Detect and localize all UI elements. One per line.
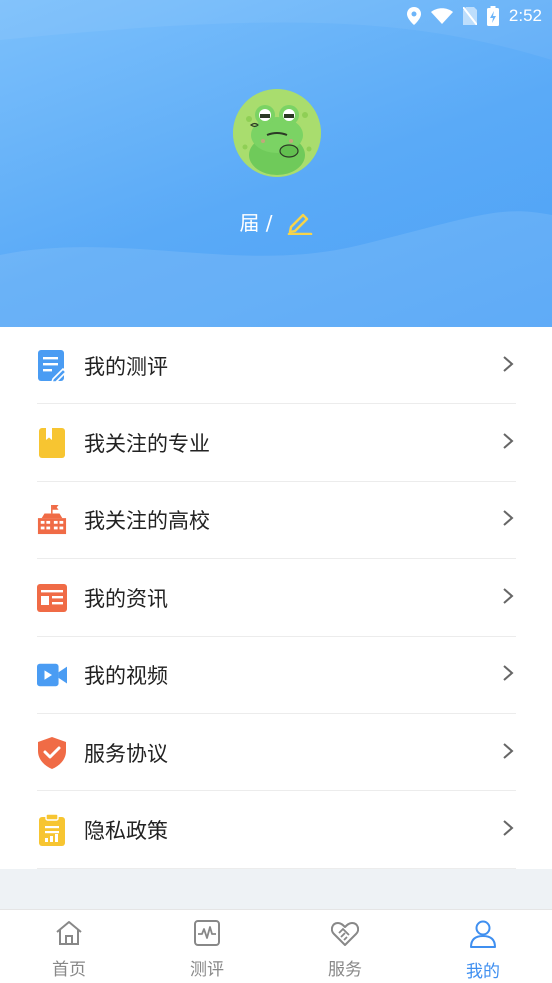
tab-home[interactable]: 首页 bbox=[0, 910, 138, 983]
video-icon bbox=[37, 660, 67, 690]
chevron-right-icon bbox=[502, 587, 514, 609]
menu-item-my-news[interactable]: 我的资讯 bbox=[0, 559, 552, 637]
menu-item-label: 我的视频 bbox=[84, 664, 168, 689]
no-sim-icon bbox=[462, 7, 477, 25]
bookmark-icon bbox=[37, 428, 67, 459]
menu-item-label: 我关注的高校 bbox=[84, 509, 210, 534]
chevron-right-icon bbox=[502, 819, 514, 841]
battery-charging-icon bbox=[486, 6, 499, 26]
divider bbox=[37, 867, 516, 869]
profile-info-row: 届 / bbox=[0, 207, 552, 236]
status-bar: 2:52 bbox=[0, 0, 552, 32]
assessment-tab-icon bbox=[194, 920, 220, 951]
tab-label: 服务 bbox=[328, 960, 362, 980]
wifi-icon bbox=[430, 8, 453, 24]
edit-pencil-icon[interactable] bbox=[287, 209, 313, 235]
menu-item-label: 我的资讯 bbox=[84, 586, 168, 611]
tab-label: 我的 bbox=[466, 962, 500, 982]
chevron-right-icon bbox=[502, 355, 514, 377]
frog-avatar-icon bbox=[233, 89, 321, 177]
chevron-right-icon bbox=[502, 664, 514, 686]
shield-icon bbox=[37, 736, 67, 769]
school-icon bbox=[37, 505, 67, 535]
tab-assessment[interactable]: 测评 bbox=[138, 910, 276, 983]
menu-item-privacy-policy[interactable]: 隐私政策 bbox=[0, 791, 552, 869]
menu-item-label: 我的测评 bbox=[84, 354, 168, 379]
policy-icon bbox=[37, 814, 67, 847]
menu-item-followed-universities[interactable]: 我关注的高校 bbox=[0, 482, 552, 560]
menu-item-my-videos[interactable]: 我的视频 bbox=[0, 637, 552, 714]
menu-item-service-agreement[interactable]: 服务协议 bbox=[0, 714, 552, 792]
handshake-icon bbox=[330, 920, 360, 951]
location-icon bbox=[406, 7, 421, 25]
news-icon bbox=[37, 583, 67, 613]
menu-item-my-assessment[interactable]: 我的测评 bbox=[0, 327, 552, 405]
user-icon bbox=[470, 920, 496, 953]
menu-item-label: 我关注的专业 bbox=[84, 432, 210, 457]
tab-service[interactable]: 服务 bbox=[276, 910, 414, 983]
assessment-icon bbox=[37, 349, 67, 382]
menu-item-label: 服务协议 bbox=[84, 741, 168, 766]
avatar[interactable] bbox=[233, 89, 321, 177]
tab-label: 首页 bbox=[52, 960, 86, 980]
chevron-right-icon bbox=[502, 742, 514, 764]
menu-item-followed-majors[interactable]: 我关注的专业 bbox=[0, 404, 552, 482]
menu-list: 我的测评 我关注的专业 我关注的高校 我的资讯 我的视频 服务协议 隐私政策 bbox=[0, 327, 552, 869]
home-icon bbox=[55, 920, 83, 951]
profile-graduation-text: 届 / bbox=[239, 211, 273, 235]
chevron-right-icon bbox=[502, 432, 514, 454]
tab-mine[interactable]: 我的 bbox=[414, 910, 552, 983]
chevron-right-icon bbox=[502, 509, 514, 531]
tab-label: 测评 bbox=[190, 960, 224, 980]
menu-item-label: 隐私政策 bbox=[84, 819, 168, 844]
status-time: 2:52 bbox=[508, 6, 542, 25]
bottom-tab-bar: 首页 测评 服务 我的 bbox=[0, 909, 552, 983]
profile-header: 2:52 届 / bbox=[0, 0, 552, 327]
